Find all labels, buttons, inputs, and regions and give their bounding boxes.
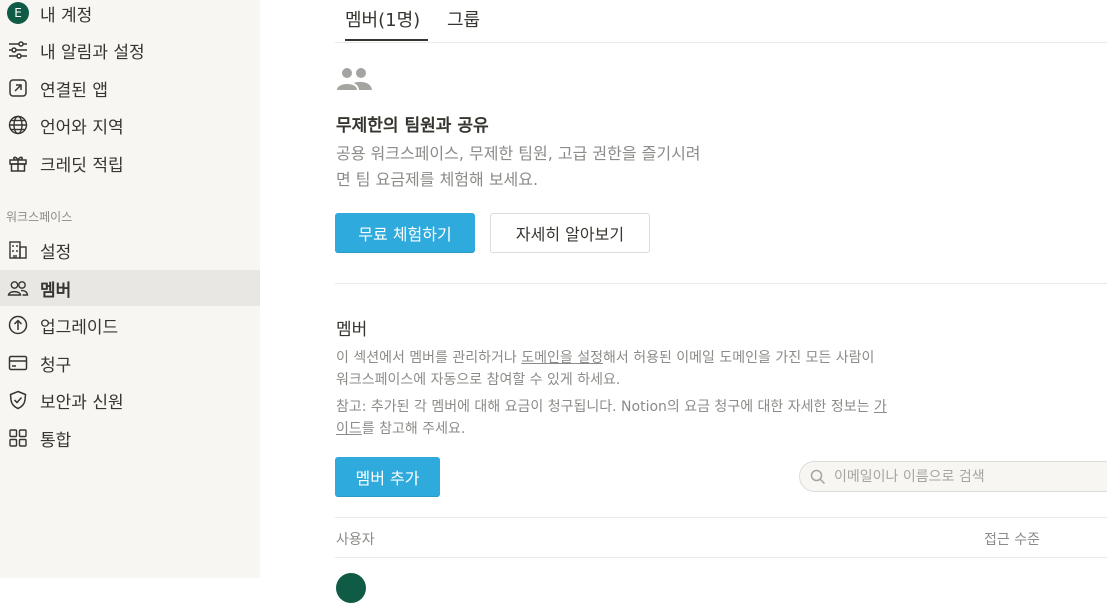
promo-desc-line: 공용 워크스페이스, 무제한 팀원, 고급 권한을 즐기시려 xyxy=(336,144,701,163)
tab-bar: 멤버(1명) 그룹 xyxy=(335,0,1107,43)
search-input[interactable] xyxy=(832,467,1096,486)
globe-icon xyxy=(6,113,30,137)
members-heading: 멤버 xyxy=(336,320,368,340)
column-header-user: 사용자 xyxy=(336,532,375,548)
sidebar-item-connected-apps[interactable]: 연결된 앱 xyxy=(0,70,260,106)
sidebar: E 내 계정 내 알림과 설정 연결된 앱 언어와 지역 크레딧 적립 워크스페… xyxy=(0,0,260,578)
promo-desc-line: 면 팀 요금제를 체험해 보세요. xyxy=(336,170,539,189)
sidebar-item-label: 보안과 신원 xyxy=(40,392,124,413)
external-link-icon xyxy=(6,76,30,100)
promo-title: 무제한의 팀원과 공유 xyxy=(336,116,489,136)
set-domain-link[interactable]: 도메인을 설정 xyxy=(521,350,603,366)
sidebar-item-label: 통합 xyxy=(40,430,72,451)
people-icon xyxy=(335,64,375,96)
sidebar-item-label: 연결된 앱 xyxy=(40,80,108,101)
active-tab-indicator xyxy=(345,39,428,41)
divider xyxy=(335,517,1107,518)
sidebar-item-language[interactable]: 언어와 지역 xyxy=(0,107,260,143)
grid-icon xyxy=(6,426,30,450)
gift-icon xyxy=(6,151,30,175)
tab-groups[interactable]: 그룹 xyxy=(447,6,480,32)
column-header-access-level: 접근 수준 xyxy=(984,532,1040,548)
sidebar-item-my-account[interactable]: E 내 계정 xyxy=(0,0,260,31)
sidebar-item-label: 업그레이드 xyxy=(40,317,119,338)
sidebar-item-notifications[interactable]: 내 알림과 설정 xyxy=(0,32,260,68)
billing-note-text: 참고: 추가된 각 멤버에 대해 요금이 청구됩니다. Notion의 요금 청… xyxy=(336,399,874,415)
sidebar-item-label: 내 알림과 설정 xyxy=(40,42,145,63)
sidebar-item-upgrade[interactable]: 업그레이드 xyxy=(0,307,260,343)
billing-note-text: 를 참고해 주세요. xyxy=(361,421,466,437)
promo-description: 공용 워크스페이스, 무제한 팀원, 고급 권한을 즐기시려 면 팀 요금제를 … xyxy=(336,141,776,193)
sidebar-section-label: 워크스페이스 xyxy=(6,210,73,224)
members-desc-text: 해서 허용된 이메일 도메인을 가진 모든 사람이 xyxy=(602,350,875,366)
sidebar-item-members[interactable]: 멤버 xyxy=(0,270,260,306)
divider xyxy=(335,283,1107,284)
arrow-up-circle-icon xyxy=(6,313,30,337)
sidebar-item-security[interactable]: 보안과 신원 xyxy=(0,382,260,418)
avatar: E xyxy=(6,1,30,25)
members-description: 이 섹션에서 멤버를 관리하거나 도메인을 설정해서 허용된 이메일 도메인을 … xyxy=(336,347,956,391)
shield-icon xyxy=(6,388,30,412)
search-icon xyxy=(810,469,826,484)
sidebar-item-label: 설정 xyxy=(40,242,72,263)
add-member-button[interactable]: 멤버 추가 xyxy=(335,457,440,497)
guide-link[interactable]: 가 xyxy=(874,399,887,415)
sidebar-item-settings[interactable]: 설정 xyxy=(0,232,260,268)
guide-link[interactable]: 이드 xyxy=(336,421,362,437)
members-desc-text: 워크스페이스에 자동으로 참여할 수 있게 하세요. xyxy=(336,372,621,388)
sidebar-item-label: 크레딧 적립 xyxy=(40,155,124,176)
sidebar-item-integrations[interactable]: 통합 xyxy=(0,420,260,456)
sidebar-item-label: 멤버 xyxy=(40,280,72,301)
credit-card-icon xyxy=(6,351,30,375)
sidebar-item-label: 청구 xyxy=(40,355,72,376)
sidebar-item-billing[interactable]: 청구 xyxy=(0,345,260,381)
billing-note: 참고: 추가된 각 멤버에 대해 요금이 청구됩니다. Notion의 요금 청… xyxy=(336,396,956,440)
free-trial-button[interactable]: 무료 체험하기 xyxy=(335,213,475,253)
learn-more-button[interactable]: 자세히 알아보기 xyxy=(490,213,650,253)
people-icon xyxy=(6,276,30,300)
sidebar-item-label: 언어와 지역 xyxy=(40,117,124,138)
sliders-icon xyxy=(6,38,30,62)
members-desc-text: 이 섹션에서 멤버를 관리하거나 xyxy=(336,350,522,366)
sidebar-item-credits[interactable]: 크레딧 적립 xyxy=(0,145,260,181)
tab-members[interactable]: 멤버(1명) xyxy=(345,6,420,32)
divider xyxy=(335,557,1107,558)
sidebar-item-label: 내 계정 xyxy=(40,5,93,26)
avatar-letter: E xyxy=(7,2,29,24)
member-search[interactable] xyxy=(799,461,1107,492)
building-icon xyxy=(6,238,30,262)
